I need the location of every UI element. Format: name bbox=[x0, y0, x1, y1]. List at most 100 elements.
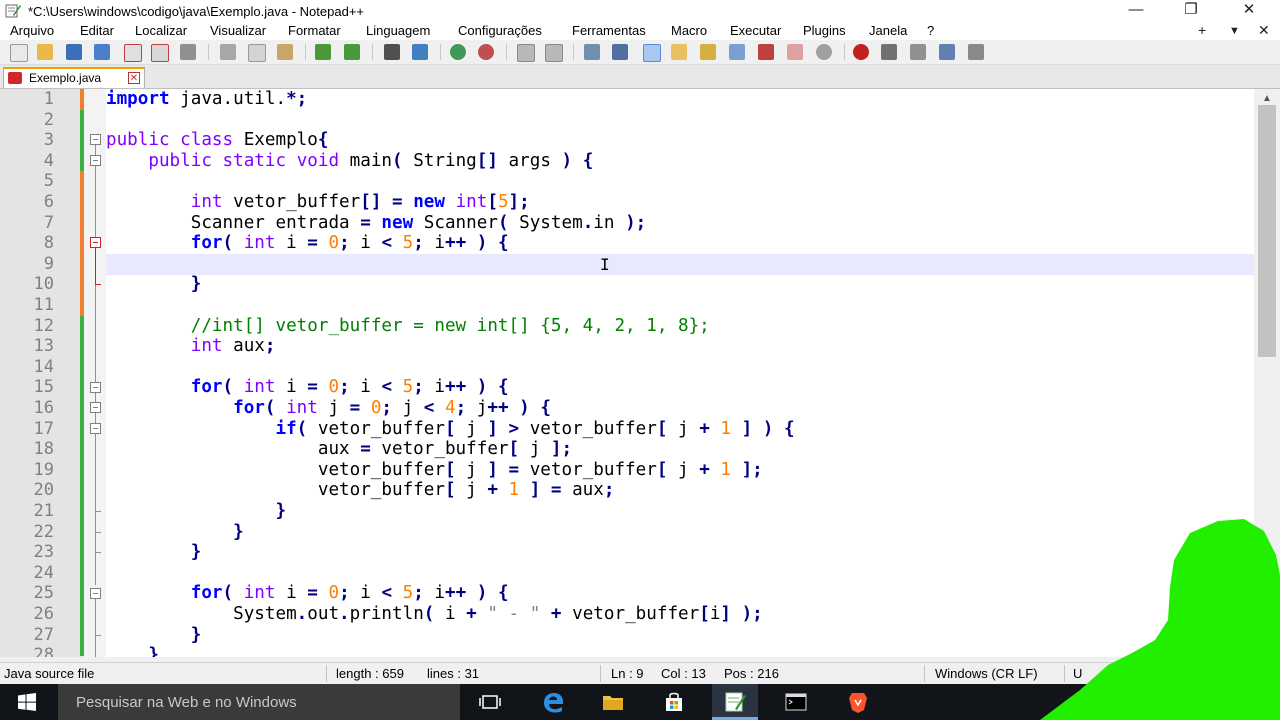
find-icon[interactable] bbox=[384, 44, 400, 60]
tab-bar: Exemplo.java ✕ bbox=[0, 65, 1280, 89]
indent-guide-icon[interactable] bbox=[643, 44, 661, 62]
doc-map-icon[interactable] bbox=[700, 44, 716, 60]
code-text: } bbox=[190, 624, 202, 645]
menu-linguagem[interactable]: Linguagem bbox=[366, 23, 430, 38]
status-file-type: Java source file bbox=[4, 666, 95, 681]
save-icon[interactable] bbox=[66, 44, 82, 60]
tab-list-arrow-button[interactable]: ▼ bbox=[1229, 25, 1240, 37]
line-number: 13 bbox=[33, 336, 54, 357]
line-number: 2 bbox=[43, 109, 54, 130]
file-explorer-icon[interactable] bbox=[601, 690, 625, 714]
sync-horizontal-icon[interactable] bbox=[545, 44, 563, 62]
close-window-button[interactable]: ✕ bbox=[1226, 0, 1272, 22]
windows-start-icon[interactable] bbox=[18, 693, 36, 711]
new-tab-plus-button[interactable]: + bbox=[1198, 22, 1206, 38]
menu-executar[interactable]: Executar bbox=[730, 23, 781, 38]
code-line: 12 //int[] vetor_buffer = new int[] {5, … bbox=[0, 316, 1254, 337]
udl-icon[interactable] bbox=[671, 44, 687, 60]
paste-icon[interactable] bbox=[277, 44, 293, 60]
replace-icon[interactable] bbox=[412, 44, 428, 60]
scrollbar-thumb[interactable] bbox=[1258, 105, 1276, 357]
code-text: } bbox=[148, 645, 159, 657]
sync-vertical-icon[interactable] bbox=[517, 44, 535, 62]
code-text: if( vetor_buffer[ j ] > vetor_buffer[ j … bbox=[275, 418, 795, 439]
restore-button[interactable]: ❐ bbox=[1168, 0, 1214, 22]
line-number: 15 bbox=[33, 377, 54, 398]
line-number: 26 bbox=[33, 604, 54, 624]
menu-localizar[interactable]: Localizar bbox=[135, 23, 187, 38]
menu-help[interactable]: ? bbox=[927, 23, 934, 38]
line-number: 11 bbox=[33, 295, 54, 315]
status-separator bbox=[924, 665, 925, 682]
code-line: 18 aux = vetor_buffer[ j ]; bbox=[0, 439, 1254, 460]
unsaved-file-icon bbox=[8, 72, 22, 84]
folder-as-workspace-icon[interactable] bbox=[758, 44, 774, 60]
code-line: 2 bbox=[0, 110, 1254, 131]
undo-icon[interactable] bbox=[315, 44, 331, 60]
function-list-icon[interactable] bbox=[729, 44, 745, 60]
cut-icon[interactable] bbox=[220, 44, 236, 60]
notepadpp-taskbar-icon[interactable] bbox=[723, 690, 747, 714]
close-file-icon[interactable] bbox=[124, 44, 142, 62]
toolbar-separator bbox=[844, 44, 845, 60]
tab-close-icon[interactable]: ✕ bbox=[128, 72, 140, 84]
line-number: 8 bbox=[43, 233, 54, 254]
new-file-icon[interactable] bbox=[10, 44, 28, 62]
menu-configuracoes[interactable]: Configurações bbox=[458, 23, 542, 38]
line-number: 10 bbox=[33, 274, 54, 295]
print-icon[interactable] bbox=[180, 44, 196, 60]
window-title: *C:\Users\windows\codigo\java\Exemplo.ja… bbox=[28, 4, 365, 19]
zoom-out-icon[interactable] bbox=[478, 44, 494, 60]
status-eol[interactable]: Windows (CR LF) bbox=[935, 666, 1038, 681]
close-all-icon[interactable] bbox=[151, 44, 169, 62]
line-number: 3 bbox=[43, 130, 54, 151]
line-number: 14 bbox=[33, 356, 54, 377]
menu-plugins[interactable]: Plugins bbox=[803, 23, 846, 38]
line-number: 27 bbox=[33, 624, 54, 645]
toolbar bbox=[0, 40, 1280, 65]
monitoring-icon[interactable] bbox=[787, 44, 803, 60]
menu-formatar[interactable]: Formatar bbox=[288, 23, 341, 38]
play-macro-icon[interactable] bbox=[910, 44, 926, 60]
tab-exemplo-java[interactable]: Exemplo.java ✕ bbox=[3, 67, 145, 88]
open-folder-icon[interactable] bbox=[37, 44, 53, 60]
brave-browser-icon[interactable] bbox=[846, 690, 870, 714]
copy-icon[interactable] bbox=[248, 44, 266, 62]
code-text: public class Exemplo{ bbox=[106, 130, 329, 151]
minimize-button[interactable]: — bbox=[1113, 0, 1159, 22]
scroll-up-arrow-icon[interactable]: ▲ bbox=[1262, 93, 1272, 104]
menu-ferramentas[interactable]: Ferramentas bbox=[572, 23, 646, 38]
status-length: length : 659 bbox=[336, 666, 404, 681]
menu-arquivo[interactable]: Arquivo bbox=[10, 23, 54, 38]
view-icon[interactable] bbox=[816, 44, 832, 60]
code-text: int vetor_buffer[] = new int[5]; bbox=[190, 192, 530, 212]
code-text: for( int j = 0; j < 4; j++ ) { bbox=[233, 398, 551, 418]
save-macro-icon[interactable] bbox=[968, 44, 984, 60]
menu-editar[interactable]: Editar bbox=[80, 23, 114, 38]
stop-macro-icon[interactable] bbox=[881, 44, 897, 60]
close-document-button[interactable]: ✕ bbox=[1258, 22, 1270, 39]
status-position: Pos : 216 bbox=[724, 666, 779, 681]
run-macro-multiple-icon[interactable] bbox=[939, 44, 955, 60]
line-number: 20 bbox=[33, 480, 54, 501]
edge-browser-icon[interactable] bbox=[541, 690, 565, 714]
command-prompt-icon[interactable] bbox=[784, 690, 808, 714]
line-number: 22 bbox=[33, 521, 54, 542]
save-all-icon[interactable] bbox=[94, 44, 110, 60]
menu-macro[interactable]: Macro bbox=[671, 23, 707, 38]
show-all-chars-icon[interactable] bbox=[612, 44, 628, 60]
code-text: } bbox=[275, 501, 287, 521]
menu-janela[interactable]: Janela bbox=[869, 23, 907, 38]
line-number: 18 bbox=[33, 439, 54, 460]
record-macro-icon[interactable] bbox=[853, 44, 869, 60]
task-view-icon[interactable] bbox=[478, 690, 502, 714]
status-separator bbox=[326, 665, 327, 682]
zoom-in-icon[interactable] bbox=[450, 44, 466, 60]
redo-icon[interactable] bbox=[344, 44, 360, 60]
menu-visualizar[interactable]: Visualizar bbox=[210, 23, 266, 38]
line-number: 6 bbox=[43, 192, 54, 212]
taskbar-search-box[interactable]: Pesquisar na Web e no Windows bbox=[58, 684, 460, 720]
store-icon[interactable] bbox=[662, 690, 686, 714]
code-line: 3 public class Exemplo{ bbox=[0, 130, 1254, 151]
word-wrap-icon[interactable] bbox=[584, 44, 600, 60]
